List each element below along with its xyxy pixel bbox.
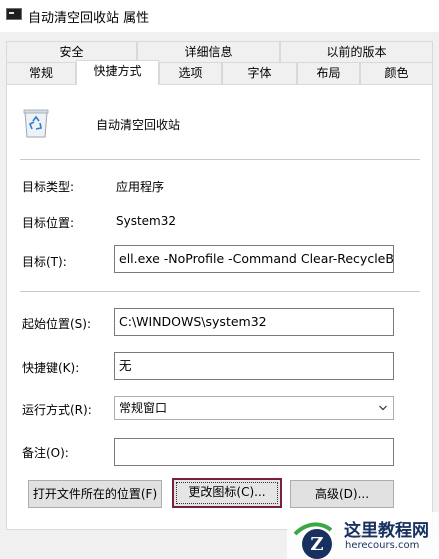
open-file-location-button[interactable]: 打开文件所在的位置(F)	[28, 480, 162, 508]
title-bar[interactable]: 自动清空回收站 属性	[0, 0, 439, 32]
tab-label: 字体	[247, 66, 272, 80]
tab-general[interactable]: 常规	[6, 62, 76, 84]
run-label: 运行方式(R):	[22, 403, 92, 417]
tab-label: 选项	[178, 66, 203, 80]
tab-label: 以前的版本	[326, 45, 387, 59]
watermark-url: herecours.com	[345, 540, 420, 551]
chevron-down-icon	[379, 405, 387, 411]
tab-label: 快捷方式	[93, 64, 142, 78]
watermark-text: 这里教程网	[344, 521, 429, 541]
tab-layout[interactable]: 布局	[297, 62, 360, 84]
tab-label: 布局	[316, 66, 341, 80]
target-label: 目标(T):	[22, 255, 67, 269]
target-location-label: 目标位置:	[22, 216, 75, 230]
properties-window: 自动清空回收站 属性 安全 详细信息 以前的版本 常规 快捷方式 选项 字体 布…	[0, 0, 439, 559]
advanced-button[interactable]: 高级(D)...	[290, 480, 394, 508]
comment-input[interactable]	[114, 438, 394, 466]
target-type-label: 目标类型:	[22, 180, 75, 194]
tab-label: 常规	[28, 66, 53, 80]
window-title: 自动清空回收站 属性	[28, 11, 150, 26]
shortcut-name: 自动清空回收站	[96, 118, 181, 132]
divider	[20, 159, 420, 160]
tab-previous-versions[interactable]: 以前的版本	[280, 41, 433, 63]
watermark-letter: Z	[310, 534, 323, 555]
tab-label: 颜色	[384, 66, 409, 80]
change-icon-button[interactable]: 更改图标(C)...	[172, 478, 282, 508]
hotkey-label: 快捷键(K):	[22, 361, 80, 375]
tab-label: 详细信息	[184, 45, 233, 59]
console-icon	[6, 8, 22, 20]
hotkey-input[interactable]: 无	[114, 352, 394, 380]
recycle-bin-icon	[23, 109, 49, 138]
run-select-value: 常规窗口	[119, 401, 168, 415]
tab-options[interactable]: 选项	[159, 62, 222, 84]
tab-font[interactable]: 字体	[222, 62, 297, 84]
comment-label: 备注(O):	[22, 446, 69, 460]
target-input[interactable]: ell.exe -NoProfile -Command Clear-Recycl…	[114, 245, 394, 273]
divider	[20, 291, 420, 292]
tab-label: 安全	[59, 45, 84, 59]
target-type-value: 应用程序	[116, 180, 165, 194]
run-select[interactable]: 常规窗口	[114, 396, 394, 420]
target-location-value: System32	[116, 214, 177, 228]
start-in-label: 起始位置(S):	[22, 317, 92, 331]
start-in-input[interactable]: C:\WINDOWS\system32	[114, 308, 394, 336]
tab-shortcut[interactable]: 快捷方式	[76, 60, 159, 85]
tab-colors[interactable]: 颜色	[360, 62, 433, 84]
